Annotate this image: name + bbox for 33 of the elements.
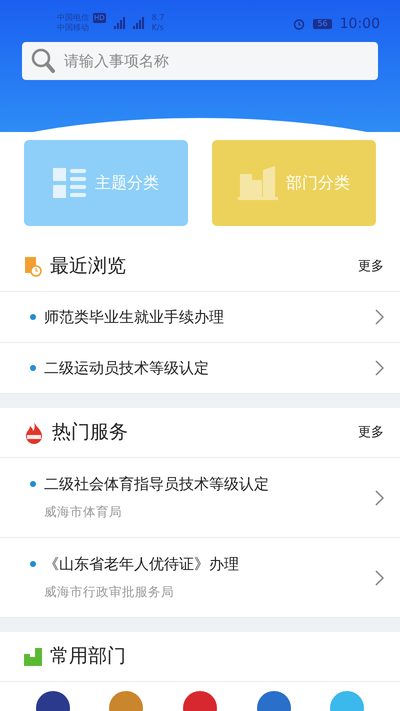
more-link[interactable]: 更多	[358, 256, 384, 276]
clock: 10:00	[340, 17, 380, 31]
section-title: 热门服务	[52, 420, 128, 446]
carrier-name: 中国移动	[57, 23, 90, 33]
signal-icon	[132, 17, 144, 29]
search-icon	[31, 48, 55, 74]
signal-icon	[114, 17, 125, 29]
item-title: 师范类毕业生就业手续办理	[44, 306, 224, 328]
chevron-right-icon	[375, 490, 384, 506]
clock-document-icon	[24, 256, 42, 276]
network-speed: 8.7	[152, 13, 164, 23]
bullet-icon	[30, 481, 36, 488]
chevron-right-icon	[375, 309, 384, 325]
item-title: 二级社会体育指导员技术等级认定	[44, 474, 269, 495]
list-icon	[53, 167, 87, 199]
more-link[interactable]: 更多	[358, 422, 384, 442]
item-subtitle: 威海市行政审批服务局	[44, 583, 175, 602]
section-title: 常用部门	[50, 644, 126, 670]
flame-icon	[24, 422, 44, 444]
item-title: 二级运动员技术等级认定	[44, 358, 209, 379]
item-subtitle: 威海市体育局	[44, 503, 123, 522]
bullet-icon	[30, 314, 36, 320]
chevron-right-icon	[375, 570, 384, 586]
item-title: 《山东省老年人优待证》办理	[44, 554, 239, 575]
bullet-icon	[30, 365, 36, 371]
battery-level: 56	[313, 19, 332, 29]
bullet-icon	[30, 561, 36, 568]
chevron-right-icon	[375, 360, 384, 376]
network-speed-unit: K/s	[152, 23, 164, 33]
search-field[interactable]: 请输入事项名称	[22, 42, 378, 80]
alarm-icon	[293, 18, 306, 30]
section-title: 最近浏览	[50, 254, 126, 280]
carrier-name: 中国电信	[57, 13, 89, 23]
